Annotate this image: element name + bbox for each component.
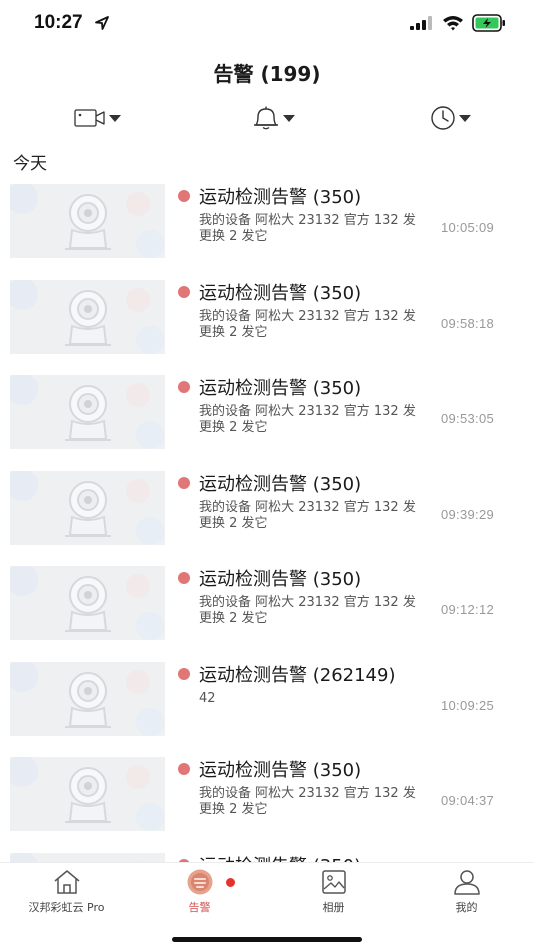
- tab-label-alarm: 告警: [188, 901, 211, 914]
- alarm-description: 42: [199, 690, 216, 706]
- alarm-type-filter-dropdown[interactable]: [252, 104, 295, 132]
- chevron-down-icon: [283, 114, 295, 122]
- unread-dot: [178, 285, 190, 298]
- battery-charging-icon: [472, 14, 505, 32]
- alarm-tab-icon: [187, 869, 212, 895]
- location-arrow-icon: [95, 16, 109, 30]
- alarm-time: 09:53:05: [441, 411, 495, 426]
- status-time: 10:27: [34, 12, 83, 33]
- unread-badge: [226, 878, 235, 887]
- alarm-list-item[interactable]: 运动检测告警 (350) 我的设备 阿松大 23132 官方 132 发 更换 2…: [0, 755, 534, 835]
- alarm-time: 10:09:25: [441, 697, 495, 713]
- alarm-list-item[interactable]: 运动检测告警 (350): [0, 851, 534, 863]
- alarm-list-item[interactable]: 运动检测告警 (350) 我的设备 阿松大 23132 官方 132 发 更换 2…: [0, 182, 534, 262]
- alarm-title: 运动检测告警 (350): [199, 569, 362, 590]
- alarm-snapshot-thumbnail[interactable]: [10, 566, 165, 640]
- alarm-time: 10:05:09: [441, 220, 495, 235]
- alarm-snapshot-thumbnail[interactable]: [10, 279, 165, 354]
- camera-placeholder-icon: [10, 375, 164, 449]
- date-section-label: 今天: [13, 154, 47, 174]
- alarm-description: 我的设备 阿松大 23132 官方 132 发 更换 2 发它: [199, 308, 416, 340]
- alarm-snapshot-thumbnail[interactable]: [10, 661, 165, 736]
- alarm-list-item[interactable]: 运动检测告警 (350) 我的设备 阿松大 23132 官方 132 发 更换 2…: [0, 469, 534, 549]
- alarm-title: 运动检测告警 (350): [199, 760, 362, 781]
- camera-placeholder-icon: [10, 757, 164, 831]
- tab-alarm[interactable]: 告警: [133, 869, 266, 919]
- unread-dot: [178, 572, 190, 584]
- camera-placeholder-icon: [10, 470, 164, 545]
- unread-dot: [178, 381, 190, 393]
- bell-icon: [254, 106, 278, 130]
- tab-label-home: 汉邦彩虹云 Pro: [28, 901, 105, 914]
- alarm-snapshot-thumbnail[interactable]: [10, 375, 165, 449]
- alarm-title: 运动检测告警 (350): [199, 473, 362, 495]
- alarm-description: 我的设备 阿松大 23132 官方 132 发 更换 2 发它: [199, 786, 416, 817]
- alarm-title: 运动检测告警 (350): [199, 282, 362, 304]
- alarm-snapshot-thumbnail[interactable]: [10, 184, 165, 258]
- camera-placeholder-icon: [10, 566, 164, 640]
- alarm-time: 09:58:18: [441, 315, 495, 331]
- alarm-list[interactable]: 运动检测告警 (350) 我的设备 阿松大 23132 官方 132 发 更换 2…: [0, 180, 534, 862]
- chevron-down-icon: [109, 114, 121, 122]
- album-icon: [321, 870, 346, 894]
- camera-placeholder-icon: [10, 852, 144, 862]
- alarm-snapshot-thumbnail[interactable]: [10, 757, 165, 831]
- status-bar: 10:27: [0, 0, 534, 50]
- wifi-icon: [443, 16, 463, 31]
- filter-bar: [0, 100, 534, 134]
- cellular-signal-icon: [410, 16, 432, 30]
- alarm-title: 运动检测告警 (350): [199, 378, 362, 399]
- camera-placeholder-icon: [10, 184, 164, 258]
- camera-placeholder-icon: [10, 279, 164, 354]
- tab-bar: 汉邦彩虹云 Pro 告警 相册 我的: [0, 862, 534, 950]
- alarm-description: 我的设备 阿松大 23132 官方 132 发 更换 2 发它: [199, 404, 416, 435]
- home-icon: [54, 870, 79, 894]
- chevron-down-icon: [459, 114, 471, 122]
- alarm-time: 09:12:12: [441, 602, 495, 617]
- alarm-description: 我的设备 阿松大 23132 官方 132 发 更换 2 发它: [199, 499, 416, 531]
- alarm-description: 我的设备 阿松大 23132 官方 132 发 更换 2 发它: [199, 213, 416, 244]
- unread-dot: [178, 476, 190, 489]
- tab-profile[interactable]: 我的: [400, 869, 533, 919]
- camera-placeholder-icon: [10, 661, 164, 736]
- alarm-title: 运动检测告警 (350): [199, 852, 361, 863]
- alarm-description: 我的设备 阿松大 23132 官方 132 发 更换 2 发它: [199, 595, 416, 626]
- profile-icon: [453, 870, 480, 895]
- alarm-time: 09:39:29: [441, 506, 495, 522]
- alarm-title: 运动检测告警 (262149): [199, 664, 396, 686]
- tab-label-profile: 我的: [455, 901, 478, 914]
- unread-dot: [178, 667, 190, 680]
- camera-icon: [74, 109, 105, 127]
- clock-icon: [431, 106, 455, 130]
- alarm-snapshot-thumbnail[interactable]: [10, 470, 165, 545]
- time-filter-dropdown[interactable]: [430, 104, 471, 132]
- alarm-time: 09:04:37: [441, 793, 495, 808]
- page-title: 告警 (199): [213, 62, 321, 86]
- unread-dot: [178, 763, 190, 775]
- alarm-list-item[interactable]: 运动检测告警 (350) 我的设备 阿松大 23132 官方 132 发 更换 2…: [0, 373, 534, 453]
- tab-home[interactable]: 汉邦彩虹云 Pro: [0, 869, 133, 919]
- alarm-list-item[interactable]: 运动检测告警 (350) 我的设备 阿松大 23132 官方 132 发 更换 2…: [0, 564, 534, 644]
- home-indicator: [172, 937, 362, 942]
- alarm-list-item[interactable]: 运动检测告警 (262149) 42 10:09:25: [0, 660, 534, 740]
- tab-label-album: 相册: [322, 901, 345, 914]
- alarm-title: 运动检测告警 (350): [199, 187, 362, 208]
- device-filter-dropdown[interactable]: [74, 104, 121, 132]
- alarm-list-item[interactable]: 运动检测告警 (350) 我的设备 阿松大 23132 官方 132 发 更换 2…: [0, 278, 534, 358]
- alarm-snapshot-thumbnail[interactable]: [10, 852, 165, 862]
- tab-album[interactable]: 相册: [267, 869, 400, 919]
- unread-dot: [178, 190, 190, 202]
